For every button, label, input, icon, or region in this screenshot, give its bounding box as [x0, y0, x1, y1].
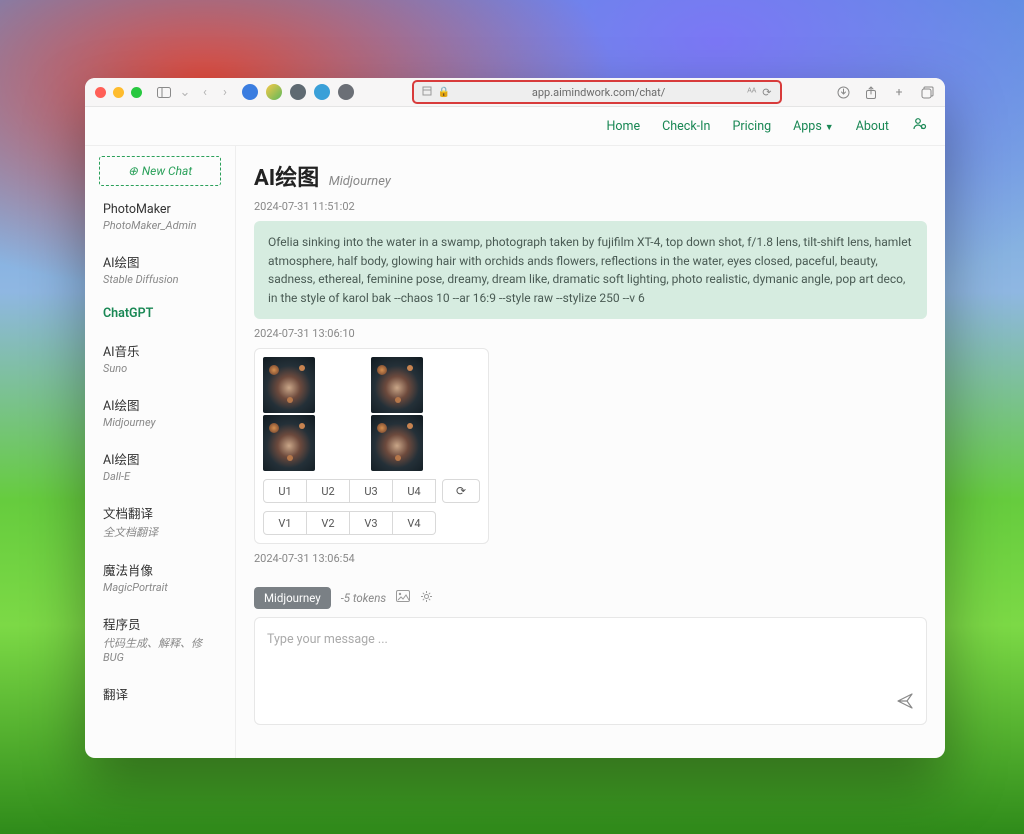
nav-home[interactable]: Home	[607, 119, 641, 134]
result-image[interactable]	[371, 415, 423, 471]
tabs-overview-icon[interactable]	[919, 84, 935, 100]
variation-button[interactable]: V3	[350, 511, 393, 535]
reroll-button[interactable]: ⟳	[442, 479, 480, 503]
token-cost-label: -5 tokens	[341, 591, 386, 605]
variation-button[interactable]: V1	[263, 511, 307, 535]
nav-checkin[interactable]: Check-In	[662, 119, 710, 134]
new-tab-icon[interactable]: +	[891, 84, 907, 100]
address-bar[interactable]: 🔒 app.aimindwork.com/chat/ ᴬᴬ ⟳	[412, 80, 782, 104]
sidebar-item-subtitle: Dall-E	[103, 470, 217, 483]
variation-button[interactable]: V2	[307, 511, 350, 535]
message-input[interactable]: Type your message ...	[254, 617, 927, 725]
user-menu-icon[interactable]	[911, 116, 927, 136]
message-timestamp: 2024-07-31 13:06:10	[254, 327, 927, 340]
downloads-icon[interactable]	[835, 84, 851, 100]
sidebar-item-title: AI绘图	[103, 252, 217, 271]
new-chat-button[interactable]: ⊕ New Chat	[99, 156, 221, 186]
sidebar-item[interactable]: AI绘图 Stable Diffusion	[85, 242, 235, 296]
sidebar-item-subtitle: Stable Diffusion	[103, 273, 217, 286]
lock-icon: 🔒	[438, 87, 450, 98]
sidebar-item-title: ChatGPT	[103, 306, 217, 321]
sidebar: ⊕ New Chat PhotoMaker PhotoMaker_Admin AI绘…	[85, 146, 235, 758]
sidebar-item-title: AI绘图	[103, 449, 217, 468]
input-placeholder: Type your message ...	[267, 632, 388, 647]
upscale-button[interactable]: U4	[393, 479, 436, 503]
sidebar-item-subtitle: Midjourney	[103, 416, 217, 429]
forward-button[interactable]: ›	[218, 85, 232, 99]
tab-dropdown-icon[interactable]: ⌄	[178, 85, 192, 99]
sidebar-item-subtitle: 全文档翻译	[103, 524, 217, 540]
extension-icon[interactable]	[314, 84, 330, 100]
browser-titlebar: ⌄ ‹ › 🔒 app.aimindwork.com/chat/ ᴬᴬ ⟳	[85, 78, 945, 107]
sidebar-item-title: 程序员	[103, 614, 217, 633]
url-text: app.aimindwork.com/chat/	[456, 86, 741, 99]
result-image[interactable]	[263, 415, 315, 471]
sidebar-item[interactable]: 魔法肖像 MagicPortrait	[85, 550, 235, 604]
send-button[interactable]	[896, 692, 914, 714]
maximize-window-button[interactable]	[131, 87, 142, 98]
sidebar-item-title: AI绘图	[103, 395, 217, 414]
upscale-button[interactable]: U2	[307, 479, 350, 503]
reload-icon[interactable]: ⟳	[762, 86, 771, 99]
extension-icon[interactable]	[290, 84, 306, 100]
sidebar-item-title: AI音乐	[103, 341, 217, 360]
sidebar-item-title: 翻译	[103, 684, 217, 703]
sidebar-item-title: 魔法肖像	[103, 560, 217, 579]
sidebar-item[interactable]: ChatGPT	[85, 296, 235, 331]
sidebar-item[interactable]: 文档翻译全文档翻译	[85, 493, 235, 550]
extension-icon[interactable]	[338, 84, 354, 100]
message-timestamp: 2024-07-31 13:06:54	[254, 552, 927, 565]
sidebar-item[interactable]: 程序员代码生成、解释、修BUG	[85, 604, 235, 674]
back-button[interactable]: ‹	[198, 85, 212, 99]
sidebar-item-subtitle: PhotoMaker_Admin	[103, 219, 217, 232]
sidebar-item-title: 文档翻译	[103, 503, 217, 522]
extension-icon[interactable]	[242, 84, 258, 100]
result-image[interactable]	[263, 357, 315, 413]
sidebar-item[interactable]: AI音乐 Suno	[85, 331, 235, 385]
app-nav: Home Check-In Pricing Apps▼ About	[85, 107, 945, 146]
upscale-button[interactable]: U1	[263, 479, 307, 503]
sidebar-item[interactable]: 翻译	[85, 674, 235, 713]
nav-apps[interactable]: Apps▼	[793, 119, 834, 134]
upscale-button-row: U1 U2 U3 U4 ⟳	[263, 479, 480, 503]
model-badge[interactable]: Midjourney	[254, 587, 331, 609]
site-settings-icon[interactable]	[422, 86, 432, 99]
extension-icon[interactable]	[266, 84, 282, 100]
sidebar-item-subtitle: Suno	[103, 362, 217, 375]
page-subtitle: Midjourney	[329, 174, 391, 189]
window-controls	[95, 87, 142, 98]
sidebar-item-title: PhotoMaker	[103, 202, 217, 217]
new-chat-label: New Chat	[142, 164, 192, 178]
variation-button-row: V1 V2 V3 V4	[263, 511, 480, 535]
variation-button[interactable]: V4	[393, 511, 436, 535]
plus-icon: ⊕	[128, 164, 138, 178]
composer: Midjourney -5 tokens Type your message .…	[254, 587, 927, 725]
nav-about[interactable]: About	[856, 119, 889, 134]
browser-window: ⌄ ‹ › 🔒 app.aimindwork.com/chat/ ᴬᴬ ⟳	[85, 78, 945, 758]
user-prompt-message: Ofelia sinking into the water in a swamp…	[254, 221, 927, 319]
sidebar-item-subtitle: MagicPortrait	[103, 581, 217, 594]
page-title: AI绘图 Midjourney	[254, 160, 927, 192]
share-icon[interactable]	[863, 84, 879, 100]
sidebar-item[interactable]: PhotoMaker PhotoMaker_Admin	[85, 192, 235, 242]
reader-icon[interactable]: ᴬᴬ	[747, 87, 756, 98]
minimize-window-button[interactable]	[113, 87, 124, 98]
sidebar-item-subtitle: 代码生成、解释、修BUG	[103, 635, 217, 664]
message-timestamp: 2024-07-31 11:51:02	[254, 200, 927, 213]
close-window-button[interactable]	[95, 87, 106, 98]
sidebar-toggle-icon[interactable]	[156, 84, 172, 100]
upscale-button[interactable]: U3	[350, 479, 393, 503]
nav-pricing[interactable]: Pricing	[732, 119, 771, 134]
extension-icons	[242, 84, 354, 100]
sidebar-item[interactable]: AI绘图 Dall-E	[85, 439, 235, 493]
image-attach-icon[interactable]	[396, 590, 410, 606]
sidebar-item[interactable]: AI绘图 Midjourney	[85, 385, 235, 439]
chat-content: AI绘图 Midjourney 2024-07-31 11:51:02 Ofel…	[236, 146, 945, 758]
settings-gear-icon[interactable]	[420, 590, 433, 607]
image-grid[interactable]	[263, 357, 477, 471]
result-image[interactable]	[371, 357, 423, 413]
image-result-card: U1 U2 U3 U4 ⟳ V1 V2 V3 V4	[254, 348, 489, 544]
